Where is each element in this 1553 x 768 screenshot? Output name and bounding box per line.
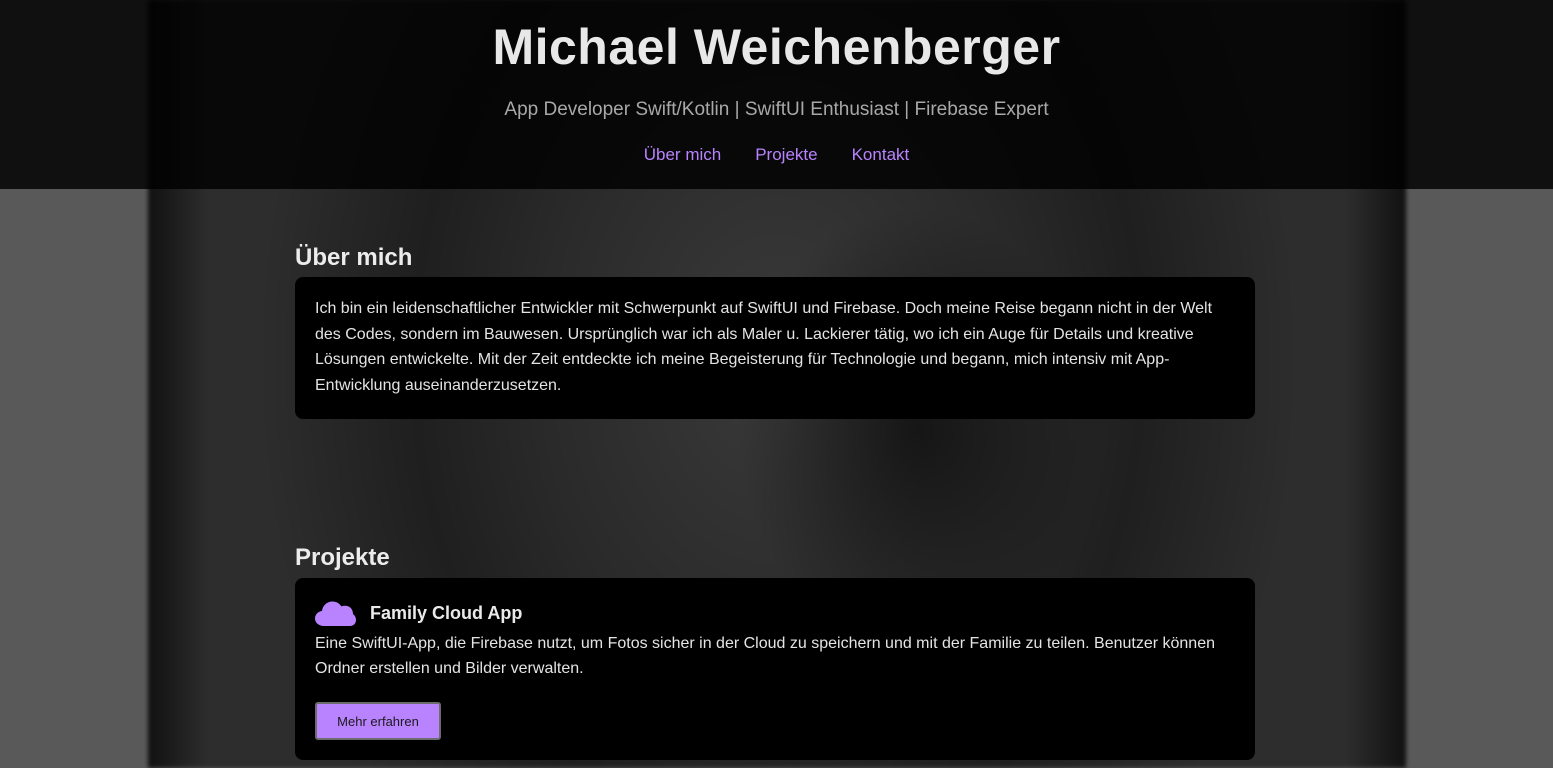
site-subtitle: App Developer Swift/Kotlin | SwiftUI Ent… bbox=[504, 99, 1049, 120]
main-nav: Über mich Projekte Kontakt bbox=[0, 145, 1553, 165]
site-title: Michael Weichenberger bbox=[492, 19, 1061, 75]
cloud-icon bbox=[315, 599, 356, 627]
project-title: Family Cloud App bbox=[370, 602, 523, 623]
about-text: Ich bin ein leidenschaftlicher Entwickle… bbox=[315, 300, 1213, 394]
projects-heading: Projekte bbox=[295, 544, 390, 571]
project-description: Eine SwiftUI-App, die Firebase nutzt, um… bbox=[315, 635, 1215, 677]
about-heading: Über mich bbox=[295, 244, 413, 271]
page: Michael Weichenberger App Developer Swif… bbox=[0, 0, 1553, 768]
more-info-button[interactable]: Mehr erfahren bbox=[315, 702, 441, 740]
site-header: Michael Weichenberger App Developer Swif… bbox=[0, 0, 1553, 189]
project-card: Family Cloud App Eine SwiftUI-App, die F… bbox=[295, 578, 1255, 760]
nav-link-contact[interactable]: Kontakt bbox=[852, 145, 910, 165]
nav-link-about[interactable]: Über mich bbox=[644, 145, 721, 165]
nav-link-projects[interactable]: Projekte bbox=[755, 145, 817, 165]
about-card: Ich bin ein leidenschaftlicher Entwickle… bbox=[295, 277, 1255, 419]
project-header: Family Cloud App bbox=[315, 598, 1235, 628]
